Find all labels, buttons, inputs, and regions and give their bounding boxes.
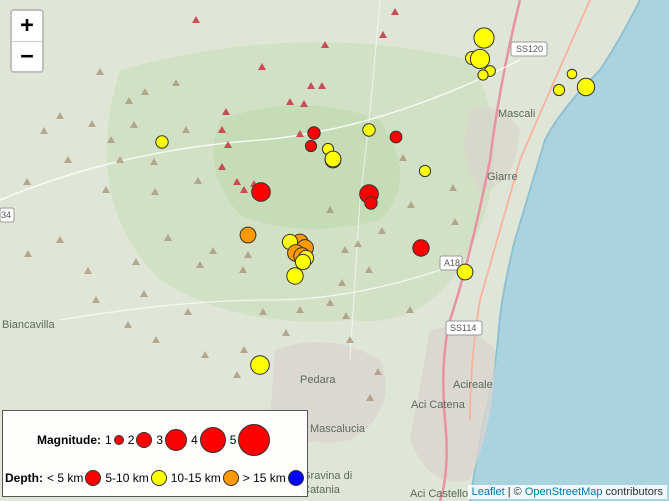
earthquake-marker[interactable] (552, 83, 566, 97)
earthquake-marker[interactable] (473, 27, 495, 49)
place-giarre: Giarre (487, 171, 518, 183)
place-aci-catena: Aci Catena (411, 399, 466, 411)
earthquake-marker[interactable] (456, 263, 474, 281)
earthquake-marker[interactable] (307, 126, 321, 140)
place-biancavilla: Biancavilla (2, 319, 55, 331)
legend-depth-title: Depth: (5, 471, 43, 485)
earthquake-marker[interactable] (286, 267, 304, 285)
legend-depth-row: Depth: < 5 km 5-10 km 10-15 km > 15 km (5, 468, 304, 488)
svg-text:34: 34 (1, 210, 11, 220)
shield-ss120: SS120 (510, 41, 548, 57)
legend-depth-mid-circle (150, 470, 167, 486)
legend-mag-3-circle (165, 429, 188, 451)
osm-link[interactable]: OpenStreetMap (525, 486, 603, 498)
place-gravina: Gravina di (302, 470, 352, 482)
shield-34: 34 (0, 207, 15, 223)
svg-text:SS120: SS120 (516, 44, 543, 54)
legend-mag-5: 5 (229, 433, 237, 447)
attribution-suffix: contributors (602, 486, 663, 498)
legend: Magnitude: 1 2 3 4 5 Depth: < 5 km 5-10 … (2, 410, 308, 497)
earthquake-marker[interactable] (251, 182, 271, 202)
legend-mag-3: 3 (156, 433, 164, 447)
legend-mag-4: 4 (191, 433, 198, 447)
place-mascali: Mascali (498, 108, 535, 120)
place-aci-castello: Aci Castello (410, 488, 468, 500)
earthquake-marker[interactable] (412, 239, 430, 257)
earthquake-marker[interactable] (418, 164, 432, 178)
shield-ss114: SS114 (445, 320, 483, 336)
earthquake-marker[interactable] (294, 253, 312, 271)
legend-mag-2-circle (136, 432, 153, 448)
place-acireale: Acireale (453, 379, 493, 391)
zoom-out-button[interactable]: − (12, 42, 42, 72)
legend-depth-shallow-circle (85, 470, 102, 486)
attribution: Leaflet | © OpenStreetMap contributors (467, 485, 667, 499)
earthquake-marker[interactable] (389, 130, 403, 144)
legend-mag-4-circle (199, 427, 226, 453)
place-mascalucia: Mascalucia (310, 423, 366, 435)
zoom-control: + − (10, 9, 44, 73)
earthquake-marker[interactable] (239, 226, 257, 244)
earthquake-marker[interactable] (362, 123, 376, 137)
place-pedara: Pedara (300, 374, 336, 386)
earthquake-marker[interactable] (250, 355, 270, 375)
legend-magnitude-row: Magnitude: 1 2 3 4 5 (37, 424, 271, 456)
zoom-in-button[interactable]: + (12, 11, 42, 42)
earthquake-marker[interactable] (304, 139, 318, 153)
legend-magnitude-title: Magnitude: (37, 433, 101, 447)
legend-depth-deepest-circle (287, 470, 304, 486)
legend-mag-1-circle (113, 435, 124, 445)
legend-depth-4: > 15 km (242, 471, 286, 485)
legend-mag-1: 1 (105, 433, 112, 447)
earthquake-marker[interactable] (469, 48, 491, 70)
earthquake-marker[interactable] (324, 150, 342, 168)
earthquake-marker[interactable] (364, 196, 378, 210)
earthquake-marker[interactable] (155, 135, 169, 149)
leaflet-link[interactable]: Leaflet (472, 486, 505, 498)
earthquake-marker[interactable] (477, 69, 489, 81)
attribution-sep: | © (504, 486, 525, 498)
legend-mag-5-circle (238, 424, 271, 456)
legend-depth-2: 5-10 km (105, 471, 149, 485)
legend-mag-2: 2 (127, 433, 135, 447)
earthquake-marker[interactable] (566, 68, 578, 80)
legend-depth-1: < 5 km (47, 471, 84, 485)
legend-depth-3: 10-15 km (170, 471, 221, 485)
legend-depth-deep-circle (222, 470, 239, 486)
svg-text:SS114: SS114 (450, 323, 476, 333)
volcano-summit (213, 105, 400, 229)
earthquake-marker[interactable] (576, 77, 596, 97)
svg-text:A18: A18 (444, 258, 460, 268)
